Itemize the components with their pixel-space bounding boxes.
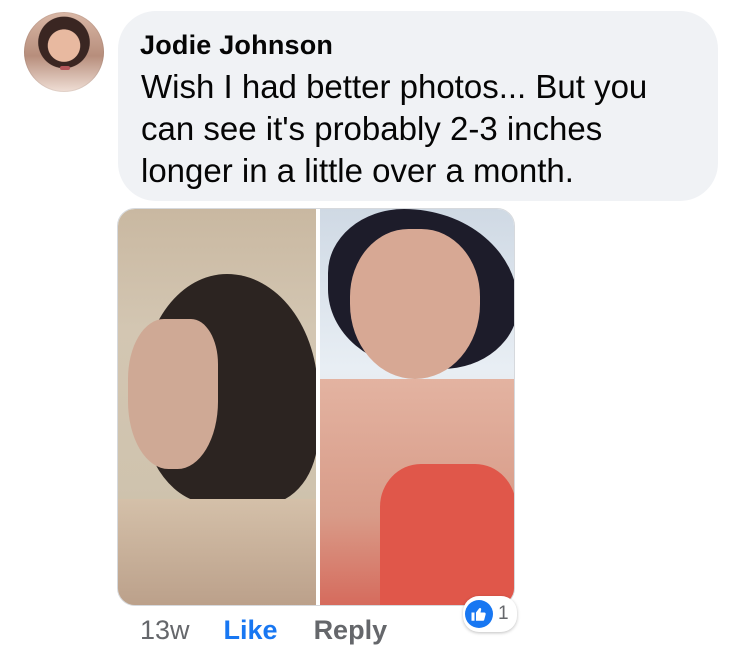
avatar-photo: [60, 66, 70, 70]
photo-divider: [316, 209, 320, 605]
comment-author[interactable]: Jodie Johnson: [140, 30, 333, 61]
photo-left-shoulders: [118, 499, 316, 605]
photo-right-top: [380, 464, 514, 605]
avatar[interactable]: [24, 12, 104, 92]
photo-left-face: [128, 319, 218, 469]
like-button[interactable]: Like: [224, 615, 278, 646]
comment-timestamp[interactable]: 13w: [140, 615, 190, 646]
comment-actions: 13w Like Reply: [140, 612, 387, 648]
photo-right-face: [350, 229, 480, 379]
comment-text: Wish I had better photos... But you can …: [141, 68, 648, 189]
comment-photo-attachment[interactable]: [117, 208, 515, 606]
reaction-count: 1: [498, 603, 509, 624]
reaction-summary[interactable]: 1: [463, 596, 517, 632]
thumbs-up-icon: [465, 600, 493, 628]
reply-button[interactable]: Reply: [314, 615, 388, 646]
comment-container: Jodie Johnson Wish I had better photos..…: [0, 0, 750, 651]
